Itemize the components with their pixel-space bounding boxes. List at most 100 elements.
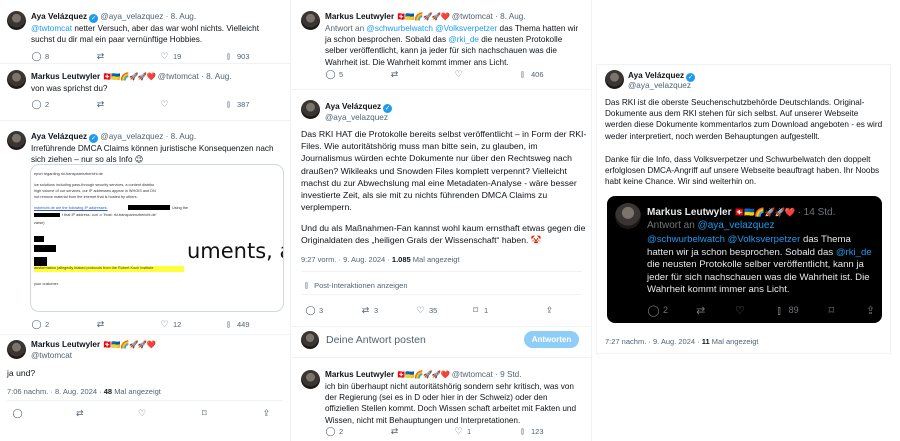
- doc-zoomed-text: uments, and the s: [187, 239, 283, 263]
- share-icon: ⇪: [865, 305, 876, 317]
- reply-icon: ◯ 2: [647, 305, 669, 317]
- like-button[interactable]: ♡ 1: [453, 426, 517, 438]
- tweet-markus-3[interactable]: Markus Leutwyler 🇨🇭🇺🇦🌈🚀🚀❤️ @twtomcat · 9…: [292, 358, 591, 441]
- embedded-text: @schwurbelwatch @Volksverpetzer das Them…: [647, 234, 872, 296]
- tweet-header: Aya Velázquez ✓: [325, 102, 393, 113]
- repost-icon: ⇄: [696, 305, 706, 317]
- avatar: [301, 331, 319, 349]
- repost-icon[interactable]: ⇄: [74, 408, 85, 420]
- reply-icon: ◯: [325, 69, 336, 79]
- tweet-aya-main[interactable]: Aya Velázquez ✓ @aya_velazquez Das RKI HA…: [292, 90, 591, 330]
- views-button[interactable]: ⫾ 449: [223, 319, 273, 331]
- doc-line: ice solutions including pass-through sec…: [34, 183, 155, 187]
- handle[interactable]: @twtomcat: [31, 351, 72, 362]
- embedded-reply-to: Antwort an @aya_velazquez: [647, 220, 775, 231]
- timestamp-views: 9:27 vorm. · 9. Aug. 2024 · 1.085 Mal an…: [301, 255, 460, 264]
- name-emojis: 🇨🇭🇺🇦🌈🚀🚀❤️: [396, 370, 450, 379]
- repost-button[interactable]: ⇄: [389, 426, 453, 438]
- share-button[interactable]: ⇪: [525, 305, 555, 317]
- avatar[interactable]: [301, 370, 320, 389]
- tweet-actions: ◯ 5 ⇄ ♡ ⫾ 406: [325, 69, 580, 81]
- avatar[interactable]: [7, 131, 26, 150]
- handle[interactable]: @aya_velazquez: [628, 81, 691, 92]
- avatar: [615, 203, 641, 229]
- views-chart-icon: ⫾: [305, 280, 308, 290]
- heart-icon[interactable]: ♡: [137, 408, 148, 420]
- heart-icon: ♡: [734, 305, 745, 317]
- doc-line: zarse): [34, 221, 45, 225]
- bookmark-icon[interactable]: ⌑: [199, 408, 210, 420]
- share-icon[interactable]: ⇪: [261, 408, 272, 420]
- bookmark-icon: ⌑: [473, 305, 478, 315]
- verified-badge-icon: ✓: [89, 134, 99, 143]
- heart-icon: ♡: [454, 426, 463, 436]
- author-name[interactable]: Aya Velázquez: [325, 102, 381, 111]
- reply-button[interactable]: ◯ 3: [305, 305, 360, 317]
- repost-icon: ⇄: [96, 319, 105, 329]
- avatar[interactable]: [7, 340, 26, 359]
- like-button[interactable]: ♡: [453, 69, 517, 81]
- tweet-header: Aya Velázquez ✓ @aya_velazquez · 8. Aug.: [31, 132, 196, 143]
- tweet-text-para2: Danke für die Info, dass Volksverpetzer …: [605, 155, 880, 187]
- tweet-markus-2[interactable]: Markus Leutwyler 🇨🇭🇺🇦🌈🚀🚀❤️ @twtomcat · 8…: [292, 0, 591, 88]
- repost-button[interactable]: ⇄ 3: [360, 305, 415, 317]
- embedded-tweet-screenshot[interactable]: Markus Leutwyler 🇨🇭🇺🇦🌈🚀🚀❤️ · 14 Std. Ant…: [607, 196, 882, 323]
- embedded-header: Markus Leutwyler 🇨🇭🇺🇦🌈🚀🚀❤️ · 14 Std.: [647, 207, 836, 218]
- tweet-actions: ◯ ⇄ ♡ ⌑ ⇪: [12, 408, 272, 420]
- views-button[interactable]: ⫾ 406: [517, 69, 567, 81]
- tweet-markus-focused[interactable]: Markus Leutwyler 🇨🇭🇺🇦🌈🚀🚀❤️ @twtomcat ja …: [0, 335, 290, 441]
- doc-line: your customer.: [34, 282, 59, 286]
- quote-tweet-card[interactable]: Aya Velázquez ✓ @aya_velazquez Das RKI is…: [596, 64, 891, 354]
- post-interactions-link[interactable]: ⫾ Post-Interaktionen anzeigen: [301, 280, 407, 292]
- author-name[interactable]: Markus Leutwyler: [325, 12, 394, 21]
- like-button[interactable]: ♡ 12: [159, 319, 223, 331]
- left-thread-column: Aya Velázquez ✓ @aya_velazquez · 8. Aug. …: [0, 0, 291, 441]
- doc-line: Using the: [172, 206, 189, 210]
- reply-button[interactable]: ◯ 2: [31, 319, 95, 331]
- name-emojis: 🇨🇭🇺🇦🌈🚀🚀❤️: [102, 340, 156, 349]
- author-name[interactable]: Aya Velázquez: [31, 132, 87, 141]
- redaction-bar: [34, 236, 44, 242]
- doc-line: nsbericht.de are the following IP addres…: [34, 206, 108, 210]
- redaction-bar: [128, 205, 170, 210]
- timestamp-views: 7:06 nachm. · 8. Aug. 2024 · 48 Mal ange…: [7, 387, 161, 396]
- tweet-actions: ◯ 3 ⇄ 3 ♡ 35 ⌑ 1 ⇪: [305, 305, 585, 317]
- views-button[interactable]: ⫾ 123: [517, 426, 567, 438]
- tweet-actions: ◯ 2 ⇄ ♡ 1 ⫾ 123: [325, 426, 580, 438]
- tweet-header: Markus Leutwyler 🇨🇭🇺🇦🌈🚀🚀❤️: [31, 340, 156, 351]
- tweet-actions: ◯ 2 ⇄ ♡ 12 ⫾ 449: [31, 319, 281, 331]
- avatar[interactable]: [301, 100, 320, 119]
- divider: [301, 294, 582, 295]
- reply-input[interactable]: Deine Antwort posten: [326, 334, 426, 348]
- reply-button[interactable]: ◯ 2: [325, 426, 389, 438]
- tweet-text: Irreführende DMCA Claims können juristis…: [31, 144, 274, 165]
- tweet-text: ja und?: [7, 368, 36, 378]
- tweet-text: ich bin überhaupt nicht autoritätshörig …: [325, 382, 577, 425]
- like-button[interactable]: ♡ 35: [415, 305, 470, 317]
- avatar[interactable]: [301, 11, 320, 30]
- doc-line: ansformation (allegedly leaked protocols…: [34, 266, 154, 270]
- mention-link[interactable]: @schwurbelwatch @Volksverpetzer: [366, 24, 497, 33]
- middle-thread-column: Markus Leutwyler 🇨🇭🇺🇦🌈🚀🚀❤️ @twtomcat · 8…: [292, 0, 592, 441]
- reply-button[interactable]: ◯ 5: [325, 69, 389, 81]
- author-name[interactable]: Markus Leutwyler: [325, 370, 394, 379]
- attached-document-image[interactable]: eport regarding rki-transparenzbericht.d…: [30, 164, 284, 312]
- tweet-aya-2[interactable]: Aya Velázquez ✓ @aya_velazquez · 8. Aug. …: [0, 0, 290, 335]
- repost-button[interactable]: ⇄: [95, 319, 159, 331]
- share-icon: ⇪: [545, 305, 554, 315]
- author-name[interactable]: Markus Leutwyler: [31, 340, 100, 349]
- avatar[interactable]: [605, 70, 624, 89]
- bookmark-button[interactable]: ⌑ 1: [470, 305, 525, 317]
- doc-line: t that IP address: curl -v 'Host: rki-tr…: [62, 213, 157, 217]
- divider: [7, 400, 283, 401]
- reply-submit-button[interactable]: Antworten: [524, 331, 579, 348]
- reply-icon[interactable]: ◯: [12, 408, 23, 420]
- reply-icon: ◯: [31, 319, 42, 329]
- embedded-actions: ◯ 2 ⇄ ♡ ⫾ 89 ⌑ ⇪: [647, 304, 877, 319]
- author-name[interactable]: Aya Velázquez: [628, 71, 684, 80]
- repost-button[interactable]: ⇄: [389, 69, 453, 81]
- handle-date: @twtomcat · 8. Aug.: [451, 12, 526, 21]
- mention-link[interactable]: @rki_de: [448, 35, 479, 44]
- views-chart-icon: ⫾: [227, 319, 230, 329]
- handle[interactable]: @aya_velazquez: [325, 113, 388, 124]
